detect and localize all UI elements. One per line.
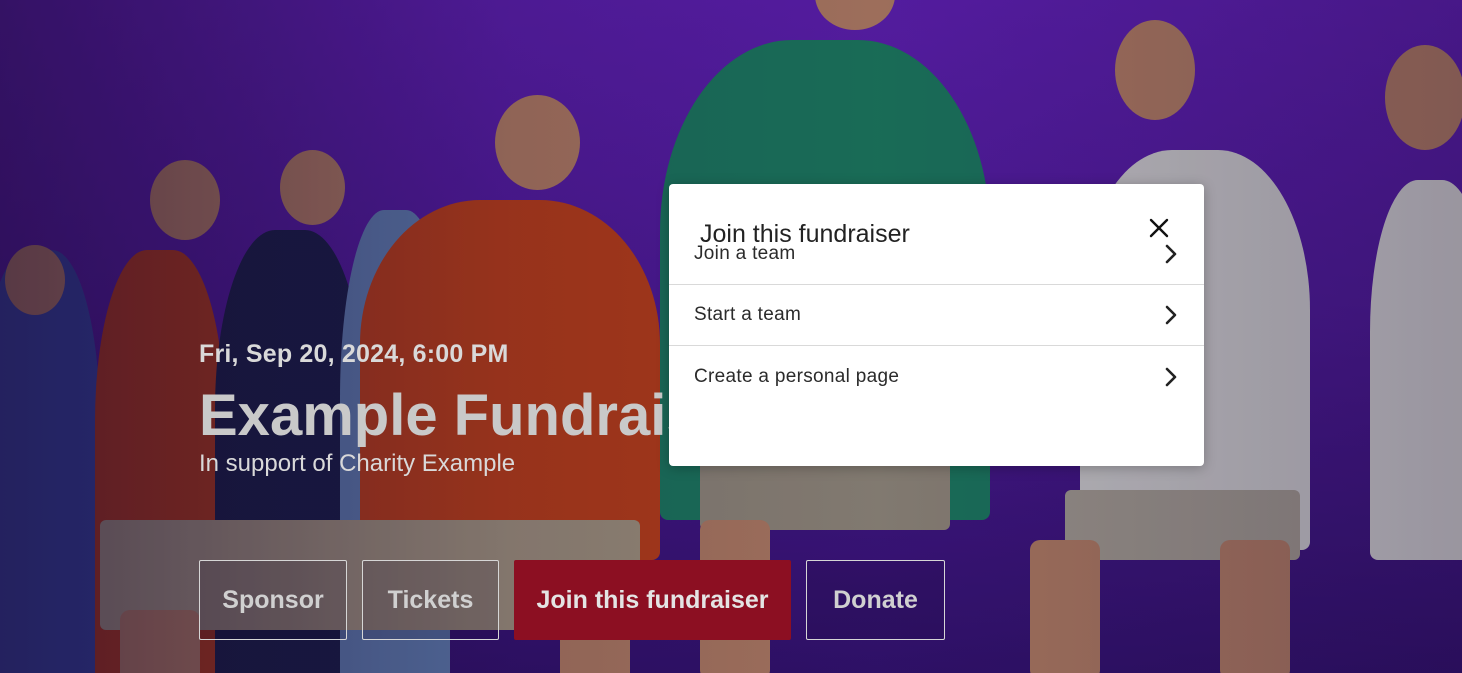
hero-section: Fri, Sep 20, 2024, 6:00 PM Example Fundr… [0,0,1462,673]
option-create-personal-page[interactable]: Create a personal page [669,346,1204,407]
donate-button[interactable]: Donate [806,560,945,640]
join-fundraiser-modal: Join this fundraiser Join a team Start a… [669,184,1204,466]
option-label: Join a team [694,243,796,264]
modal-options: Join a team Start a team Create a person… [669,243,1204,407]
option-join-team[interactable]: Join a team [669,224,1204,285]
chevron-right-icon [1164,243,1178,265]
tickets-button[interactable]: Tickets [362,560,499,640]
action-buttons: Sponsor Tickets Join this fundraiser Don… [199,560,945,640]
join-fundraiser-button[interactable]: Join this fundraiser [514,560,791,640]
chevron-right-icon [1164,366,1178,388]
chevron-right-icon [1164,304,1178,326]
event-subtitle: In support of Charity Example [199,450,516,477]
option-label: Start a team [694,304,802,325]
sponsor-button[interactable]: Sponsor [199,560,347,640]
option-label: Create a personal page [694,365,900,387]
event-date: Fri, Sep 20, 2024, 6:00 PM [199,340,509,368]
option-start-team[interactable]: Start a team [669,285,1204,346]
